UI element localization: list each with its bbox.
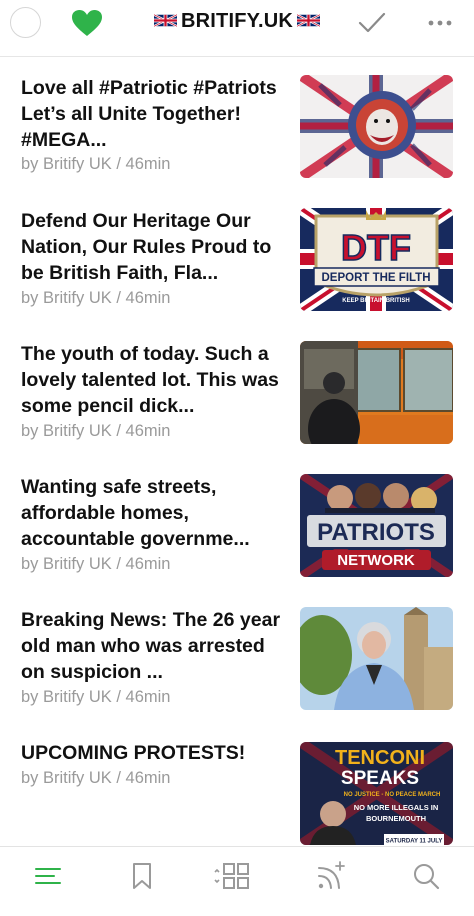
- feed-item[interactable]: Wanting safe streets, affordable homes, …: [0, 456, 474, 589]
- feed-item-meta: by Britify UK / 46min: [21, 688, 171, 706]
- dtf-small-text: KEEP BRITAIN BRITISH: [342, 298, 409, 304]
- lion-union-jack-image[interactable]: [300, 75, 453, 178]
- network-text: NETWORK: [337, 552, 415, 569]
- no-more-illegals-text: NO MORE ILLEGALS IN: [354, 803, 439, 812]
- feed-item[interactable]: Breaking News: The 26 year old man who w…: [0, 589, 474, 722]
- union-jack-flag-icon: [297, 13, 320, 28]
- bus-photo-image[interactable]: [300, 341, 453, 444]
- more-icon[interactable]: [427, 14, 453, 32]
- app-title-group: BRITIFY.UK: [0, 10, 474, 33]
- feed-item-meta: by Britify UK / 46min: [21, 422, 171, 440]
- feed-item-meta: by Britify UK / 46min: [21, 155, 171, 173]
- rss-add-icon[interactable]: [316, 861, 346, 891]
- grid-icon[interactable]: [212, 861, 252, 891]
- app-title: BRITIFY.UK: [181, 10, 293, 32]
- top-bar: BRITIFY.UK: [0, 0, 474, 57]
- feed-item[interactable]: Defend Our Heritage Our Nation, Our Rule…: [0, 190, 474, 323]
- feed-item-title[interactable]: UPCOMING PROTESTS!: [21, 740, 283, 766]
- bottom-tab-bar: [0, 846, 474, 916]
- patriots-network-image[interactable]: PATRIOTS NETWORK: [300, 474, 453, 577]
- tenconi-speaks-poster[interactable]: TENCONI SPEAKS NO JUSTICE - NO PEACE MAR…: [300, 742, 453, 845]
- feed-item-title[interactable]: Wanting safe streets, affordable homes, …: [21, 474, 283, 552]
- march-text: NO JUSTICE - NO PEACE MARCH: [344, 792, 441, 798]
- dtf-badge-image[interactable]: DTF DEPORT THE FILTH KEEP BRITAIN BRITIS…: [300, 208, 453, 311]
- bookmark-icon[interactable]: [127, 861, 157, 891]
- feed-item-meta: by Britify UK / 46min: [21, 555, 171, 573]
- bournemouth-text: BOURNEMOUTH: [366, 814, 426, 823]
- feed-item-meta: by Britify UK / 46min: [21, 769, 171, 787]
- search-icon[interactable]: [411, 861, 441, 891]
- dtf-banner-text: DEPORT THE FILTH: [321, 272, 430, 284]
- feed-item-title[interactable]: Defend Our Heritage Our Nation, Our Rule…: [21, 208, 283, 286]
- feed-item-title[interactable]: Breaking News: The 26 year old man who w…: [21, 607, 283, 685]
- patriots-text: PATRIOTS: [317, 519, 435, 546]
- feed-item[interactable]: Love all #Patriotic #Patriots Let’s all …: [0, 57, 474, 190]
- feed-item-meta: by Britify UK / 46min: [21, 289, 171, 307]
- woman-westminster-photo[interactable]: [300, 607, 453, 710]
- feed-list-icon[interactable]: [33, 861, 63, 891]
- speaks-text: SPEAKS: [341, 768, 419, 789]
- feed-item[interactable]: UPCOMING PROTESTS! by Britify UK / 46min…: [0, 722, 474, 855]
- dtf-big-text: DTF: [341, 227, 411, 268]
- date-text: SATURDAY 11 JULY: [386, 839, 443, 845]
- union-jack-flag-icon: [154, 13, 177, 28]
- feed-item-title[interactable]: Love all #Patriotic #Patriots Let’s all …: [21, 75, 283, 153]
- feed-item[interactable]: The youth of today. Such a lovely talent…: [0, 323, 474, 456]
- checkmark-icon[interactable]: [357, 10, 387, 36]
- tenconi-text: TENCONI: [335, 747, 425, 769]
- feed-item-title[interactable]: The youth of today. Such a lovely talent…: [21, 341, 283, 419]
